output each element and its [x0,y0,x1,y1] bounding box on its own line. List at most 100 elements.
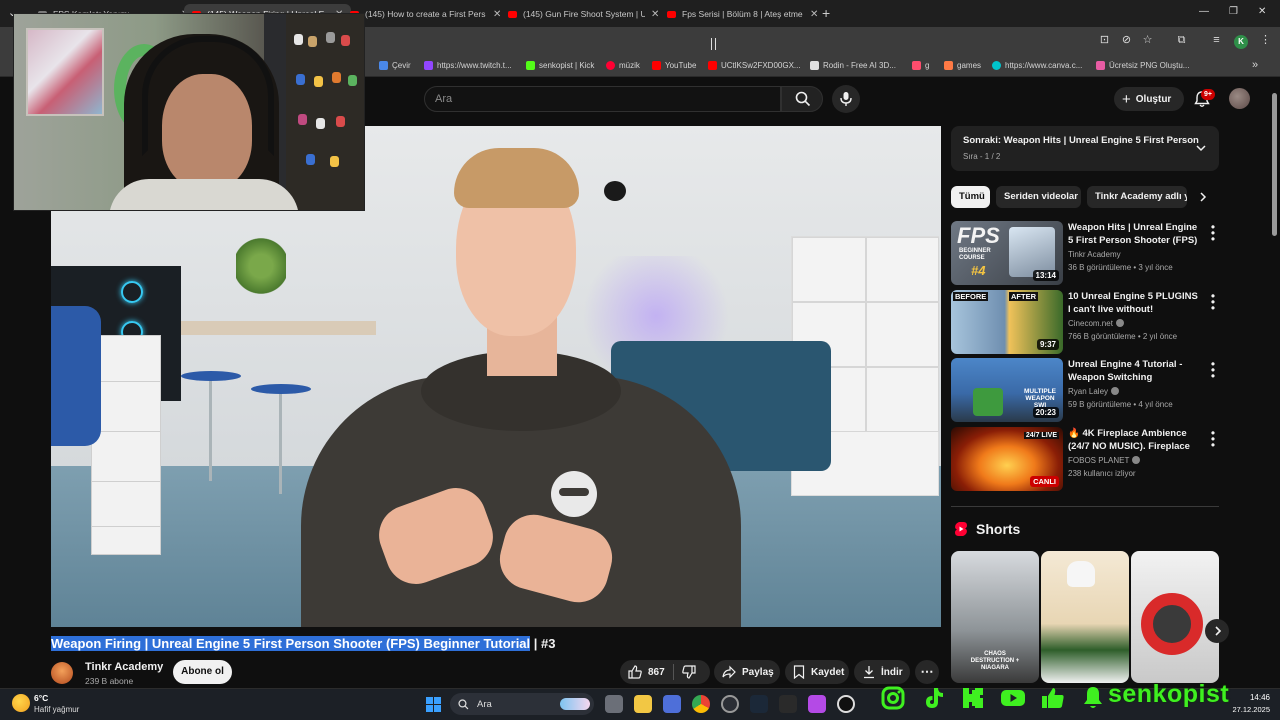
steam-icon[interactable] [750,695,768,713]
kebab-menu-icon[interactable]: • • • [1210,290,1216,314]
epic-games-icon[interactable] [779,695,797,713]
more-actions-button[interactable]: ⋯ [915,660,939,684]
kebab-menu-icon[interactable]: • • • [1210,358,1216,382]
weather-description[interactable]: Hafif yağmur [34,705,79,714]
weather-temperature[interactable]: 6°C [34,693,48,703]
recommendation-channel[interactable]: Tinkr Academy [1068,250,1121,259]
video-frame-hair [454,148,579,208]
video-frame-plant [236,236,286,296]
recommendation-item[interactable]: MULTIPLE WEAPON SWI 20:23 Unreal Engine … [951,358,1219,422]
search-button[interactable] [781,86,823,112]
channel-name[interactable]: Tinkr Academy [85,661,163,673]
bookmark-item[interactable]: Çevir [379,61,411,70]
recommendation-item[interactable]: FPS BEGINNER COURSE #4 13:14 Weapon Hits… [951,221,1219,285]
video-thumbnail[interactable]: BEFORE AFTER 9:37 [951,290,1063,354]
subscribe-button[interactable]: Abone ol [173,660,232,684]
unreal-engine-icon[interactable] [837,695,855,713]
bookmark-item[interactable]: senkopist | Kick [526,61,594,70]
chevron-down-icon[interactable] [1195,142,1207,154]
share-button[interactable]: Paylaş [714,660,780,684]
voice-search-button[interactable] [832,85,860,113]
short-item[interactable]: CHAOS DESTRUCTION + NIAGARA [951,551,1039,683]
browser-tab-5[interactable]: Fps Serisi | Bölüm 8 | Ateş etme ✕ [659,4,826,24]
app-purple-icon[interactable] [808,695,826,713]
bookmark-item[interactable]: https://www.twitch.t... [424,61,512,70]
chip-all[interactable]: Tümü [951,186,990,208]
minimize-icon[interactable]: — [1199,6,1209,17]
bookmark-item[interactable]: UCtlKSw2FXD00GX... [708,61,801,70]
task-view-icon[interactable] [605,695,623,713]
tab-title: (145) Gun Fire Shoot System | U [523,9,645,19]
share-label: Paylaş [742,666,774,678]
channel-avatar[interactable] [51,662,73,684]
youtube-icon [1001,690,1025,706]
shorts-header: Shorts [954,521,1020,537]
webcam-figure-shelves [286,14,364,210]
hide-eye-icon[interactable]: ⊘ [1120,34,1133,47]
bookmark-item[interactable]: games [944,61,981,70]
chip-series-videos[interactable]: Seriden videolar [996,186,1081,208]
taskbar-search[interactable]: Ara [450,693,594,715]
kebab-menu-icon[interactable]: • • • [1210,221,1216,245]
short-item[interactable] [1131,551,1219,683]
recommendation-title[interactable]: Weapon Hits | Unreal Engine 5 First Pers… [1068,221,1200,248]
more-bookmarks-icon[interactable]: » [1252,59,1258,71]
weather-icon[interactable] [12,694,30,712]
recommendation-channel[interactable]: FOBOS PLANET [1068,456,1141,465]
bookmark-item[interactable]: g [912,61,929,70]
browser-menu-icon[interactable]: ⋮ [1259,34,1272,47]
install-app-icon[interactable]: ⊡ [1098,34,1111,47]
new-tab-icon[interactable]: + [822,5,830,21]
windows-start-icon[interactable] [426,697,441,712]
video-title-selected-text: Weapon Firing | Unreal Engine 5 First Pe… [51,636,531,651]
download-icon [864,666,874,679]
bookmark-item[interactable]: Rodin - Free AI 3D... [810,61,896,70]
like-button[interactable]: 867 [620,665,665,679]
bookmark-icon [793,665,805,679]
restore-icon[interactable]: ❐ [1229,6,1238,17]
profile-avatar[interactable]: K [1234,35,1248,49]
tab-close-icon[interactable]: ✕ [810,9,818,20]
extensions-icon[interactable]: ⧉ [1175,34,1188,47]
stream-social-overlay [880,682,1106,714]
close-window-icon[interactable]: ✕ [1258,6,1266,17]
browser-tab-4[interactable]: (145) Gun Fire Shoot System | U ✕ [500,4,667,24]
recommendation-title[interactable]: 10 Unreal Engine 5 PLUGINS I can't live … [1068,290,1200,317]
save-button[interactable]: Kaydet [785,660,849,684]
video-title: Weapon Firing | Unreal Engine 5 First Pe… [51,636,555,651]
bookmark-item[interactable]: müzik [606,61,640,70]
recommendation-item[interactable]: 24/7 LIVE CANLI 🔥 4K Fireplace Ambience … [951,427,1219,491]
thumbs-down-icon[interactable] [681,665,696,679]
thumbnail-after-label: AFTER [1009,292,1038,301]
recommendation-channel[interactable]: Cinecom.net [1068,319,1124,328]
microsoft-store-icon[interactable] [663,695,681,713]
create-button[interactable]: + Oluştur [1114,87,1184,111]
page-scrollbar[interactable] [1272,93,1277,236]
recommendation-item[interactable]: BEFORE AFTER 9:37 10 Unreal Engine 5 PLU… [951,290,1219,354]
bookmark-star-icon[interactable]: ☆ [1141,34,1154,47]
media-controls-icon[interactable]: ≡ [1210,34,1223,47]
recommendation-title[interactable]: Unreal Engine 4 Tutorial - Weapon Switch… [1068,358,1200,385]
recommendation-channel[interactable]: Ryan Laley [1068,387,1120,396]
video-thumbnail[interactable]: MULTIPLE WEAPON SWI 20:23 [951,358,1063,422]
short-item[interactable] [1041,551,1129,683]
chrome-icon[interactable] [692,695,710,713]
download-button[interactable]: İndir [854,660,910,684]
bookmark-item[interactable]: Ücretsiz PNG Oluştu... [1096,61,1189,70]
bookmark-item[interactable]: YouTube [652,61,696,70]
chevron-right-icon[interactable] [1197,191,1209,203]
video-thumbnail[interactable]: FPS BEGINNER COURSE #4 13:14 [951,221,1063,285]
video-frame-stool [181,371,241,381]
account-avatar[interactable] [1229,88,1250,109]
browser-tab-3[interactable]: (145) How to create a First Pers ✕ [342,4,509,24]
shorts-next-button[interactable] [1205,619,1229,643]
recommendation-title[interactable]: 🔥 4K Fireplace Ambience (24/7 NO MUSIC).… [1068,427,1200,454]
playlist-panel[interactable]: Sonraki: Weapon Hits | Unreal Engine 5 F… [951,126,1219,171]
video-thumbnail[interactable]: 24/7 LIVE CANLI [951,427,1063,491]
file-explorer-icon[interactable] [634,695,652,713]
kebab-menu-icon[interactable]: • • • [1210,427,1216,451]
search-input[interactable] [424,86,781,112]
chip-channel-videos[interactable]: Tinkr Academy adlı y [1087,186,1187,208]
obs-icon[interactable] [721,695,739,713]
bookmark-item[interactable]: https://www.canva.c... [992,61,1082,70]
